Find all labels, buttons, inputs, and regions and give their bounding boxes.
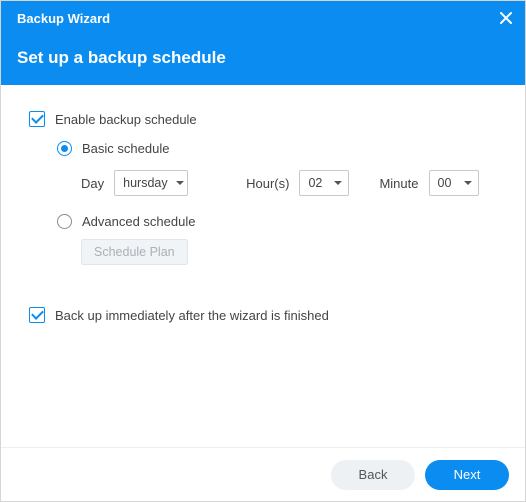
minute-select-value: 00	[438, 176, 452, 190]
dialog-footer: Back Next	[1, 447, 525, 501]
schedule-plan-button: Schedule Plan	[81, 239, 188, 265]
next-button[interactable]: Next	[425, 460, 509, 490]
minute-select[interactable]: 00	[429, 170, 479, 196]
minute-label: Minute	[379, 176, 418, 191]
backup-immediate-label: Back up immediately after the wizard is …	[55, 308, 329, 323]
chevron-down-icon	[334, 181, 342, 186]
hours-select-value: 02	[308, 176, 322, 190]
dialog-header: Backup Wizard Set up a backup schedule	[1, 1, 525, 85]
advanced-schedule-label: Advanced schedule	[82, 214, 195, 229]
close-icon[interactable]	[499, 11, 513, 25]
advanced-schedule-row: Advanced schedule	[29, 214, 497, 229]
back-button[interactable]: Back	[331, 460, 415, 490]
dialog-title: Backup Wizard	[17, 11, 509, 26]
backup-immediate-row: Back up immediately after the wizard is …	[29, 307, 497, 323]
basic-schedule-radio[interactable]	[57, 141, 72, 156]
enable-schedule-label: Enable backup schedule	[55, 112, 197, 127]
dialog-content: Enable backup schedule Basic schedule Da…	[1, 85, 525, 323]
advanced-schedule-radio[interactable]	[57, 214, 72, 229]
basic-schedule-fields: Day hursday Hour(s) 02 Minute 00	[29, 170, 497, 196]
day-label: Day	[81, 176, 104, 191]
basic-schedule-row: Basic schedule	[29, 141, 497, 156]
chevron-down-icon	[176, 181, 184, 186]
backup-immediate-checkbox[interactable]	[29, 307, 45, 323]
enable-schedule-checkbox[interactable]	[29, 111, 45, 127]
chevron-down-icon	[464, 181, 472, 186]
day-select[interactable]: hursday	[114, 170, 188, 196]
basic-schedule-label: Basic schedule	[82, 141, 169, 156]
day-select-value: hursday	[123, 176, 167, 190]
dialog-subtitle: Set up a backup schedule	[17, 48, 509, 68]
hours-select[interactable]: 02	[299, 170, 349, 196]
enable-schedule-row: Enable backup schedule	[29, 111, 497, 127]
hours-label: Hour(s)	[246, 176, 289, 191]
